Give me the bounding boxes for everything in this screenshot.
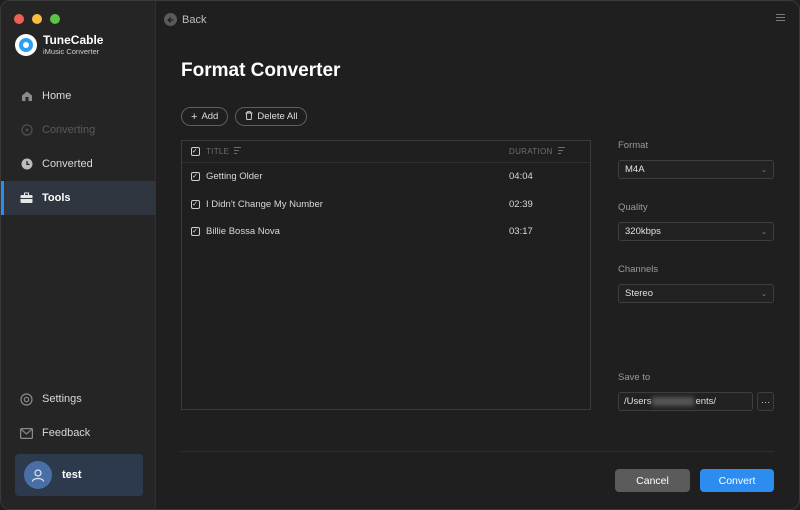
toolbar: + Add Delete All bbox=[181, 107, 308, 126]
sidebar-nav: Home Converting Converted Tools bbox=[1, 79, 156, 215]
app-brand: TuneCable iMusic Converter bbox=[15, 34, 103, 56]
more-dots-icon: ··· bbox=[761, 396, 770, 407]
row-checkbox[interactable]: ✓ bbox=[190, 172, 200, 182]
app-logo-icon bbox=[15, 34, 37, 56]
user-icon bbox=[31, 469, 45, 482]
sidebar-item-converted[interactable]: Converted bbox=[1, 147, 156, 181]
quality-value: 320kbps bbox=[625, 226, 661, 237]
menu-icon[interactable] bbox=[776, 14, 785, 23]
back-label: Back bbox=[182, 13, 207, 26]
delete-all-button[interactable]: Delete All bbox=[235, 107, 308, 126]
chevron-down-icon: ⌄ bbox=[761, 290, 767, 298]
cancel-label: Cancel bbox=[636, 474, 669, 487]
sidebar-item-settings[interactable]: Settings bbox=[1, 382, 156, 416]
channels-select[interactable]: Stereo ⌄ bbox=[618, 284, 774, 303]
track-duration: 03:17 bbox=[509, 226, 533, 238]
table-row[interactable]: ✓ Getting Older 04:04 bbox=[182, 163, 590, 191]
user-account-card[interactable]: test bbox=[15, 454, 143, 496]
sidebar-item-feedback[interactable]: Feedback bbox=[1, 416, 156, 450]
mail-icon bbox=[20, 427, 33, 440]
main-panel: Back Format Converter + Add Delete All ✓… bbox=[156, 1, 799, 509]
sidebar-item-label: Converted bbox=[42, 158, 93, 170]
track-title: Billie Bossa Nova bbox=[206, 226, 280, 238]
track-title: Getting Older bbox=[206, 171, 263, 183]
table-header: ✓ TITLE DURATION bbox=[182, 141, 590, 163]
sidebar-item-label: Converting bbox=[42, 124, 96, 136]
add-button[interactable]: + Add bbox=[181, 107, 229, 126]
row-checkbox[interactable]: ✓ bbox=[190, 199, 200, 209]
chevron-down-icon: ⌄ bbox=[761, 166, 767, 174]
footer-divider bbox=[181, 451, 774, 452]
sort-icon[interactable] bbox=[557, 147, 565, 156]
window-controls bbox=[14, 14, 60, 24]
quality-select[interactable]: 320kbps ⌄ bbox=[618, 222, 774, 241]
save-path-field[interactable]: /Users ents/ bbox=[618, 392, 753, 411]
app-name: TuneCable bbox=[43, 33, 104, 47]
minimize-window-button[interactable] bbox=[32, 14, 42, 24]
clock-icon bbox=[20, 158, 33, 171]
channels-value: Stereo bbox=[625, 288, 653, 299]
add-label: Add bbox=[201, 111, 219, 122]
quality-label: Quality bbox=[618, 202, 648, 213]
sort-icon[interactable] bbox=[234, 147, 242, 156]
sidebar: TuneCable iMusic Converter Home Converti… bbox=[1, 1, 156, 509]
sidebar-item-tools[interactable]: Tools bbox=[1, 181, 156, 215]
select-all-checkbox[interactable]: ✓ bbox=[190, 147, 200, 156]
back-button[interactable]: Back bbox=[164, 13, 206, 26]
close-window-button[interactable] bbox=[14, 14, 24, 24]
home-icon bbox=[20, 90, 33, 103]
track-duration: 04:04 bbox=[509, 171, 533, 183]
column-header-title[interactable]: TITLE bbox=[206, 147, 229, 156]
redacted-path-segment bbox=[652, 397, 695, 406]
app-window: TuneCable iMusic Converter Home Converti… bbox=[0, 0, 800, 510]
trash-icon bbox=[245, 110, 253, 123]
format-value: M4A bbox=[625, 164, 645, 175]
avatar bbox=[24, 461, 52, 489]
zoom-window-button[interactable] bbox=[50, 14, 60, 24]
save-path-start: /Users bbox=[624, 396, 652, 407]
sidebar-item-label: Tools bbox=[42, 192, 71, 204]
delete-all-label: Delete All bbox=[257, 111, 298, 122]
app-subtitle: iMusic Converter bbox=[43, 47, 100, 56]
table-row[interactable]: ✓ Billie Bossa Nova 03:17 bbox=[182, 218, 590, 246]
save-to-section: Save to /Users ents/ ··· bbox=[618, 372, 774, 411]
plus-icon: + bbox=[191, 110, 198, 123]
cancel-button[interactable]: Cancel bbox=[615, 469, 690, 492]
sidebar-item-label: Home bbox=[42, 90, 72, 102]
chevron-down-icon: ⌄ bbox=[761, 228, 767, 236]
sidebar-bottom-nav: Settings Feedback bbox=[1, 382, 156, 450]
user-name: test bbox=[62, 469, 82, 481]
back-arrow-icon bbox=[164, 13, 177, 26]
column-header-duration[interactable]: DURATION bbox=[509, 147, 553, 156]
save-path-end: ents/ bbox=[695, 396, 717, 407]
output-settings: Format M4A ⌄ Quality 320kbps ⌄ Channels … bbox=[618, 140, 774, 326]
track-title: I Didn't Change My Number bbox=[206, 198, 323, 210]
browse-folder-button[interactable]: ··· bbox=[757, 392, 774, 411]
format-label: Format bbox=[618, 140, 649, 151]
channels-label: Channels bbox=[618, 264, 659, 275]
gear-icon bbox=[20, 392, 33, 406]
toolbox-icon bbox=[20, 192, 33, 205]
sidebar-item-label: Settings bbox=[42, 393, 82, 405]
convert-label: Convert bbox=[718, 474, 756, 487]
track-table: ✓ TITLE DURATION ✓ Getting Older 04:04 ✓… bbox=[181, 140, 591, 410]
page-title: Format Converter bbox=[181, 60, 341, 81]
converting-icon bbox=[20, 124, 33, 137]
sidebar-item-home[interactable]: Home bbox=[1, 79, 156, 113]
sidebar-item-converting[interactable]: Converting bbox=[1, 113, 156, 147]
track-duration: 02:39 bbox=[509, 198, 533, 210]
row-checkbox[interactable]: ✓ bbox=[190, 227, 200, 237]
sidebar-item-label: Feedback bbox=[42, 427, 91, 439]
save-to-label: Save to bbox=[618, 372, 651, 383]
convert-button[interactable]: Convert bbox=[700, 469, 774, 492]
table-row[interactable]: ✓ I Didn't Change My Number 02:39 bbox=[182, 191, 590, 219]
format-select[interactable]: M4A ⌄ bbox=[618, 160, 774, 179]
